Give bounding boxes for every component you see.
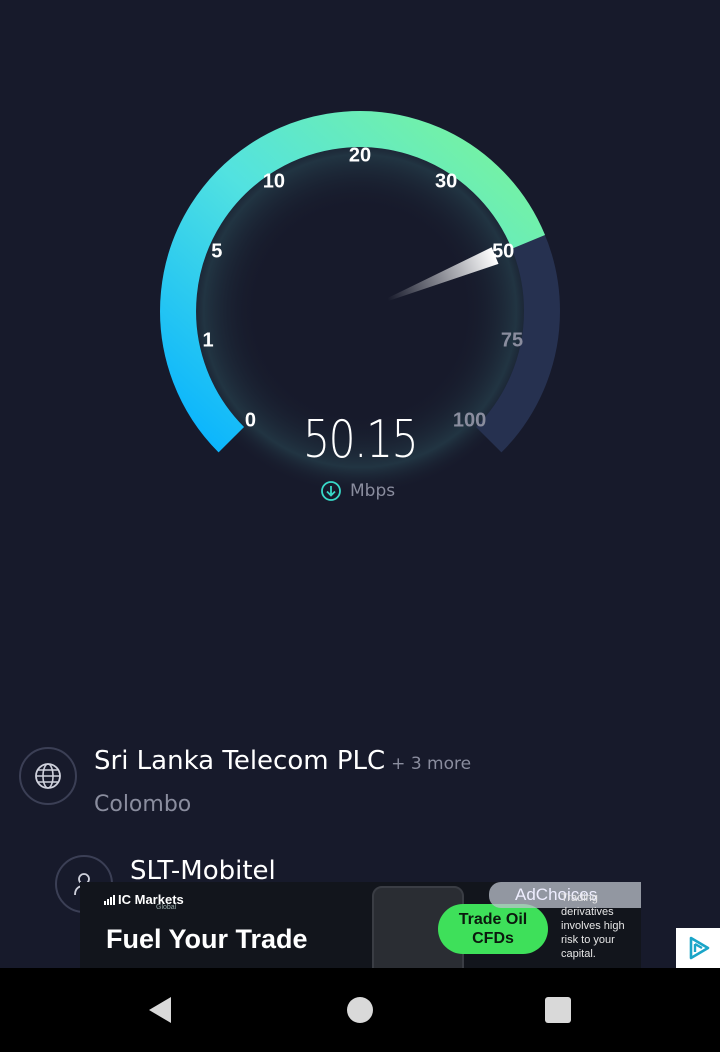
gauge-tick-10: 10 [262, 170, 286, 193]
speed-unit: Mbps [350, 481, 396, 501]
gauge-tick-50: 50 [492, 240, 515, 263]
speed-value: 50.15 [303, 410, 419, 470]
recents-square-icon [545, 997, 571, 1023]
isp-globe-button[interactable] [19, 747, 77, 805]
home-circle-icon [347, 997, 373, 1023]
ad-disclaimer: Trading derivatives involves high risk t… [561, 892, 625, 960]
gauge-tick-1: 1 [202, 329, 214, 352]
adchoices-icon[interactable] [676, 928, 720, 968]
isp-more-link[interactable]: + 3 more [391, 754, 471, 774]
isp-name-row[interactable]: Sri Lanka Telecom PLC + 3 more [94, 746, 471, 776]
gauge-tick-5: 5 [211, 240, 223, 263]
ad-brand-sub: Global [156, 904, 177, 911]
gauge-tick-100: 100 [452, 409, 487, 432]
speed-unit-row: Mbps [320, 480, 395, 502]
gauge-tick-30: 30 [434, 170, 458, 193]
ad-cta-button[interactable]: Trade Oil CFDs [438, 904, 548, 954]
gauge-tick-75: 75 [500, 329, 524, 352]
speed-gauge [160, 111, 560, 495]
back-triangle-icon [149, 997, 171, 1023]
isp-city: Colombo [94, 792, 192, 817]
nav-recents-button[interactable] [518, 968, 598, 1052]
nav-home-button[interactable] [320, 968, 400, 1052]
ad-headline: Fuel Your Trade [106, 924, 308, 954]
isp-name: Sri Lanka Telecom PLC [94, 746, 386, 776]
ad-banner[interactable]: IC Markets Global Fuel Your Trade Trade … [80, 882, 641, 968]
download-arrow-icon [321, 481, 341, 501]
globe-icon [35, 763, 61, 789]
adchoices-triangle-icon [689, 936, 710, 960]
gauge-tick-0: 0 [244, 409, 256, 432]
broker-logo-icon [104, 895, 115, 905]
gauge-tick-20: 20 [348, 144, 372, 167]
nav-back-button[interactable] [120, 968, 200, 1052]
system-nav-bar [0, 968, 720, 1052]
